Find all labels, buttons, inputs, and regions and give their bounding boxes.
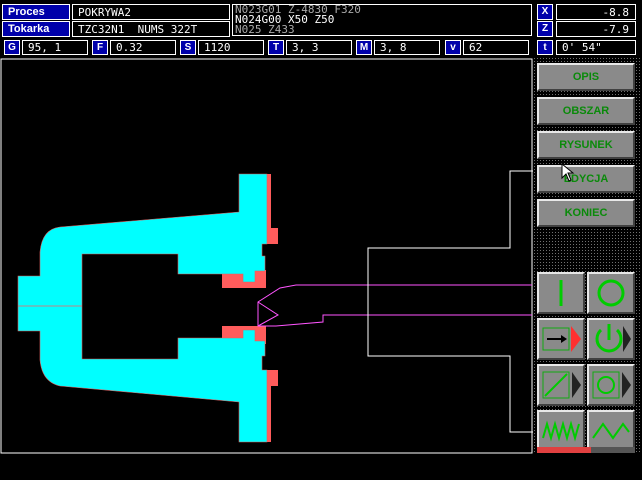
tool-value: 3, 3 (286, 40, 352, 55)
drawing-canvas[interactable] (0, 58, 533, 454)
m-code-label: M (356, 40, 372, 55)
feed-value: 0.32 (110, 40, 176, 55)
power-icon (595, 324, 631, 353)
line-tool-button[interactable] (537, 272, 585, 314)
koniec-button[interactable]: KONIEC (537, 199, 635, 227)
circle-tool-button[interactable] (587, 272, 635, 314)
progress-fill (537, 447, 591, 453)
obszar-button[interactable]: OBSZAR (537, 97, 635, 125)
power-tool-button[interactable] (587, 318, 635, 360)
diagonal-line-icon (542, 371, 581, 399)
g-code-label: G (4, 40, 20, 55)
rotate-icon (592, 371, 631, 399)
edycja-button[interactable]: EDYCJA (537, 165, 635, 193)
velocity-label: v (445, 40, 461, 55)
zigzag-tool-button[interactable] (537, 410, 585, 452)
proces-value[interactable]: POKRYWA2 (72, 4, 230, 20)
proces-label: Proces (2, 4, 70, 20)
diagonal-tool-button[interactable] (537, 364, 585, 406)
g-code-value: 95, 1 (22, 40, 88, 55)
zigzag-icon (542, 420, 580, 442)
wave-icon (592, 422, 630, 440)
z-axis-label: Z (537, 21, 553, 37)
spindle-label: S (180, 40, 196, 55)
time-value: 0' 54" (556, 40, 636, 55)
feed-label: F (92, 40, 108, 55)
opis-button[interactable]: OPIS (537, 63, 635, 91)
x-axis-value: -8.8 (556, 4, 636, 20)
m-code-value: 3, 8 (374, 40, 440, 55)
tool-label: T (268, 40, 284, 55)
tokarka-value[interactable]: TZC32N1 NUMS 322T (72, 21, 230, 37)
mouse-cursor-icon (561, 163, 575, 182)
vertical-line-icon (559, 280, 563, 306)
nc-program-window: N023G01 Z-4830 F320 N024G00 X50 Z50 N025… (232, 4, 532, 36)
velocity-value: 62 (463, 40, 529, 55)
z-axis-value: -7.9 (556, 21, 636, 37)
tokarka-label: Tokarka (2, 21, 70, 37)
spindle-value: 1120 (198, 40, 264, 55)
wave-tool-button[interactable] (587, 410, 635, 452)
progress-bar (537, 447, 635, 453)
circle-icon (597, 279, 625, 307)
feed-arrow-icon (542, 326, 581, 352)
x-axis-label: X (537, 4, 553, 20)
feed-tool-button[interactable] (537, 318, 585, 360)
rysunek-button[interactable]: RYSUNEK (537, 131, 635, 159)
nc-line-next: N025 Z433 (235, 23, 295, 36)
time-label: t (537, 40, 553, 55)
rotate-tool-button[interactable] (587, 364, 635, 406)
